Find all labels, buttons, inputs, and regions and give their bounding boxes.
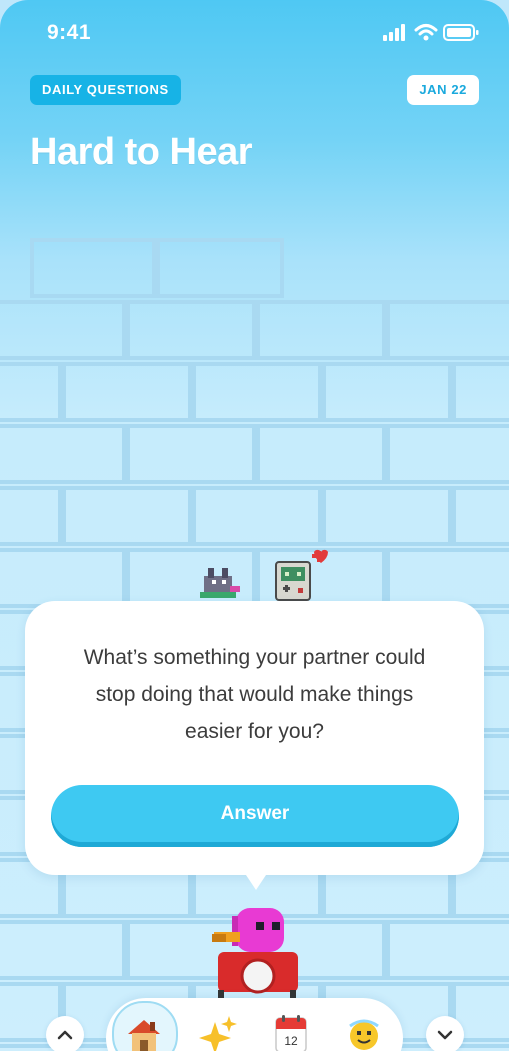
brick: [386, 920, 509, 980]
sparkles-icon: [199, 1016, 237, 1051]
nav-calendar-button[interactable]: 12: [267, 1014, 315, 1051]
smiley-icon: [349, 1019, 379, 1050]
status-time: 9:41: [47, 21, 92, 44]
calendar-day-label: 12: [284, 1034, 298, 1048]
brick: [0, 548, 126, 608]
brick: [0, 486, 62, 546]
brick: [62, 362, 192, 422]
scroll-down-button[interactable]: [426, 1016, 464, 1051]
app-screen: 9:41 DAILY QUESTIONS JAN 22 Hard to Hear: [0, 0, 509, 1051]
question-text: What’s something your partner could stop…: [83, 646, 426, 743]
brick: [256, 300, 386, 360]
brick: [322, 486, 452, 546]
nav-sparkles-button[interactable]: [193, 1014, 241, 1051]
brick: [452, 486, 509, 546]
page-title: Hard to Hear: [30, 131, 253, 173]
status-icons: [383, 22, 483, 49]
brick: [386, 424, 509, 484]
speech-bubble-tail: [244, 872, 268, 890]
nav-smiley-button[interactable]: [340, 1014, 388, 1051]
chevron-up-icon: [57, 1030, 73, 1040]
brick: [256, 424, 386, 484]
brick: [0, 300, 126, 360]
brick: [452, 362, 509, 422]
home-icon: [120, 1014, 168, 1051]
cat-sprite-icon: [200, 568, 240, 598]
status-signal-wifi-battery-icons: [383, 24, 479, 41]
bird-drummer-sprite-icon: [212, 908, 298, 1000]
brick: [192, 486, 322, 546]
answer-button[interactable]: Answer: [51, 785, 459, 847]
date-badge: JAN 22: [407, 75, 479, 105]
brick: [386, 300, 509, 360]
brick: [62, 486, 192, 546]
brick: [0, 362, 62, 422]
category-badge: DAILY QUESTIONS: [30, 75, 181, 105]
chevron-down-icon: [437, 1030, 453, 1040]
brick: [322, 362, 452, 422]
brick: [0, 424, 126, 484]
status-bar: 9:41: [0, 0, 509, 70]
scroll-up-button[interactable]: [46, 1016, 84, 1051]
brick: [126, 424, 256, 484]
brick: [192, 362, 322, 422]
brick: [386, 548, 509, 608]
brick: [0, 920, 126, 980]
brick: [126, 300, 256, 360]
question-card: What’s something your partner could stop…: [25, 601, 484, 875]
game-console-sprite-icon: [275, 549, 328, 601]
